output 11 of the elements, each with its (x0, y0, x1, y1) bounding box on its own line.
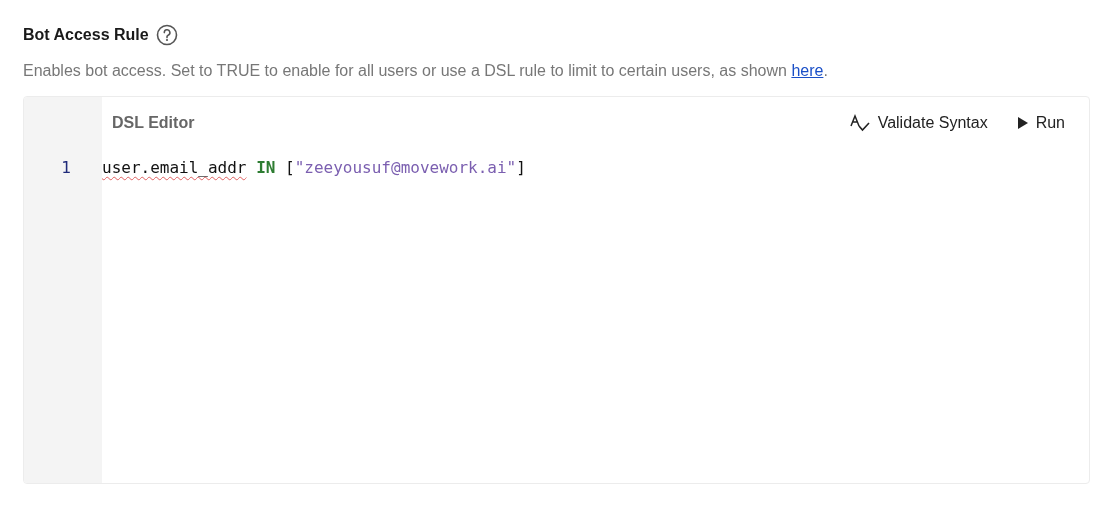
section-title: Bot Access Rule (23, 26, 149, 44)
help-link[interactable]: here (791, 62, 824, 79)
help-icon[interactable] (155, 24, 178, 46)
validate-syntax-button[interactable]: Validate Syntax (847, 110, 990, 136)
spell-check-icon (849, 114, 870, 132)
play-icon (1017, 117, 1028, 129)
editor-title: DSL Editor (112, 114, 196, 132)
section-description: Enables bot access. Set to TRUE to enable for all users or use a DSL rule to limit to certain users, as shown here. (23, 61, 829, 81)
code-line[interactable]: user.email_addr IN ["zeeyousuf@movework.ai"] (102, 154, 526, 182)
line-number: 1 (60, 157, 72, 179)
run-button[interactable]: Run (1015, 110, 1067, 136)
